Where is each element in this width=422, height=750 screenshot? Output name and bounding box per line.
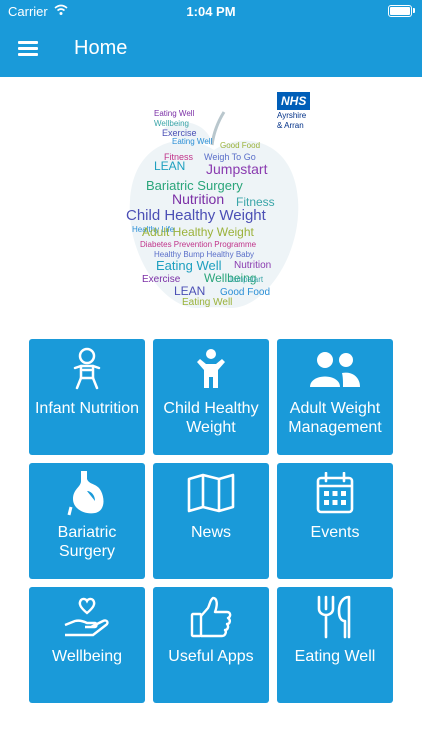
wordcloud-word: Jumpstart: [206, 161, 268, 177]
nhs-mark: NHS: [277, 92, 311, 110]
wordcloud-word: Eating Well: [182, 297, 232, 308]
tile-label: Events: [310, 524, 360, 541]
users-icon: [277, 339, 393, 399]
app-header: Carrier 1:04 PM Home: [0, 0, 422, 77]
clock: 1:04 PM: [186, 4, 236, 19]
tile-wellbeing[interactable]: Wellbeing: [29, 587, 145, 703]
wordcloud-word: Eating Well: [154, 109, 195, 118]
wordcloud-word: LEAN: [154, 159, 185, 173]
calendar-icon: [277, 463, 393, 523]
tile-label: Eating Well: [294, 648, 376, 665]
tile-label: Child Healthy Weight: [163, 400, 259, 436]
wordcloud-word: Wellbeing: [154, 119, 189, 128]
tile-adult-weight-management[interactable]: Adult Weight Management: [277, 339, 393, 455]
wordcloud-word: Nutrition: [234, 260, 271, 271]
tile-label: Adult Weight Management: [288, 400, 382, 436]
wordcloud-word: LEAN: [174, 284, 205, 298]
tile-events[interactable]: Events: [277, 463, 393, 579]
child-icon: [153, 339, 269, 399]
tile-label: Infant Nutrition: [34, 400, 140, 417]
utensils-icon: [277, 587, 393, 647]
wordcloud-word: Adult Healthy Weight: [142, 225, 255, 239]
status-bar: Carrier 1:04 PM: [0, 0, 422, 22]
tile-label: Wellbeing: [52, 648, 122, 665]
nhs-region-1: Ayrshire: [277, 111, 307, 120]
nhs-logo: NHS Ayrshire & Arran: [277, 92, 323, 130]
map-icon: [153, 463, 269, 523]
baby-icon: [29, 339, 145, 399]
nhs-region-2: & Arran: [277, 121, 304, 130]
tile-bariatric-surgery[interactable]: Bariatric Surgery: [29, 463, 145, 579]
wordcloud-word: Diabetes Prevention Programme: [140, 240, 257, 249]
menu-button[interactable]: [18, 39, 40, 57]
wordcloud-word: Child Healthy Weight: [126, 207, 267, 224]
tile-useful-apps[interactable]: Useful Apps: [153, 587, 269, 703]
tile-label: Useful Apps: [168, 648, 254, 665]
tile-child-healthy-weight[interactable]: Child Healthy Weight: [153, 339, 269, 455]
tile-label: News: [190, 524, 231, 541]
tile-news[interactable]: News: [153, 463, 269, 579]
heart-hand-icon: [29, 587, 145, 647]
wordcloud-word: Good Food: [220, 141, 260, 150]
battery-icon: [388, 5, 412, 17]
tile-eating-well[interactable]: Eating Well: [277, 587, 393, 703]
battery-tip: [413, 8, 415, 13]
tile-infant-nutrition[interactable]: Infant Nutrition: [29, 339, 145, 455]
thumbs-up-icon: [153, 587, 269, 647]
wordcloud-word: Eating Well: [172, 137, 213, 146]
tile-label: Bariatric Surgery: [57, 524, 117, 560]
page-title: Home: [74, 37, 128, 59]
wordcloud-word: Nutrition: [172, 191, 224, 207]
stomach-icon: [29, 463, 145, 523]
wordcloud-word: Jumpstart: [228, 275, 264, 284]
